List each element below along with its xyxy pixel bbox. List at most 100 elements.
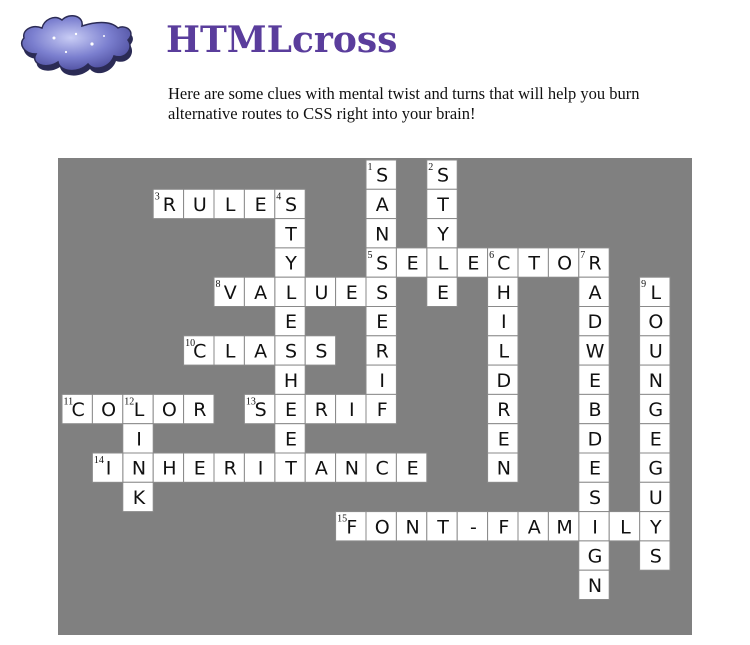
crossword-cell[interactable]: N — [639, 364, 671, 395]
crossword-cell[interactable]: E — [639, 423, 671, 454]
crossword-cell[interactable]: U — [304, 276, 337, 307]
crossword-cell[interactable]: T — [426, 511, 458, 542]
crossword-cell[interactable]: L — [213, 335, 245, 366]
crossword-cell[interactable]: D — [578, 423, 610, 454]
crossword-cell[interactable]: H — [274, 364, 306, 395]
crossword-cell[interactable]: S — [274, 335, 306, 366]
crossword-cell[interactable]: E — [578, 364, 610, 395]
crossword-cell[interactable]: U — [639, 481, 671, 513]
crossword-cell[interactable]: D — [578, 306, 610, 337]
crossword-cell[interactable]: O — [91, 393, 124, 425]
crossword-cell[interactable]: C10 — [183, 335, 215, 366]
crossword-cell[interactable]: E — [426, 276, 458, 307]
crossword-cell[interactable]: S — [365, 276, 397, 307]
crossword-cell[interactable]: F15 — [335, 511, 367, 542]
crossword-cell[interactable]: F — [365, 393, 397, 425]
crossword-cell[interactable]: O — [639, 306, 671, 337]
crossword-cell[interactable]: W — [578, 335, 610, 366]
crossword-cell[interactable]: E — [274, 393, 306, 425]
crossword-cell[interactable]: E — [335, 276, 367, 307]
crossword-cell[interactable]: S2 — [426, 159, 458, 190]
crossword-cell[interactable]: N — [395, 511, 428, 542]
crossword-cell[interactable]: U — [183, 188, 215, 220]
crossword-cell[interactable]: S — [304, 335, 337, 366]
crossword-cell[interactable]: U — [639, 335, 671, 366]
crossword-cell[interactable]: H — [487, 276, 519, 307]
crossword-cell[interactable]: E — [365, 306, 397, 337]
crossword-cell[interactable]: N — [365, 218, 397, 249]
crossword-cell[interactable]: G — [639, 393, 671, 425]
crossword-cell[interactable]: T — [274, 218, 306, 249]
crossword-cell[interactable]: C — [365, 452, 397, 483]
crossword-cell[interactable]: O — [547, 247, 580, 278]
crossword-cell[interactable]: I — [578, 511, 610, 542]
crossword-cell[interactable]: G — [639, 452, 671, 483]
crossword-cell[interactable]: L — [213, 188, 245, 220]
crossword-cell[interactable]: A — [243, 335, 276, 366]
crossword-cell[interactable]: I14 — [91, 452, 124, 483]
crossword-cell[interactable]: R — [304, 393, 337, 425]
crossword-cell[interactable]: A — [517, 511, 549, 542]
crossword-cell[interactable]: N — [578, 569, 610, 601]
crossword-cell[interactable]: L — [426, 247, 458, 278]
crossword-cell[interactable]: O — [152, 393, 185, 425]
crossword-cell[interactable]: B — [578, 393, 610, 425]
crossword-cell[interactable]: R — [365, 335, 397, 366]
crossword-cell[interactable]: R — [487, 393, 519, 425]
crossword-cell[interactable]: Y — [426, 218, 458, 249]
crossword-cell[interactable]: Y — [274, 247, 306, 278]
crossword-cell[interactable]: A — [304, 452, 337, 483]
crossword-cell[interactable]: A — [243, 276, 276, 307]
crossword-cell[interactable]: L12 — [122, 393, 154, 425]
crossword-cell[interactable]: N — [335, 452, 367, 483]
crossword-cell[interactable]: D — [487, 364, 519, 395]
crossword-cell[interactable]: S — [639, 540, 671, 571]
crossword-cell[interactable]: E — [395, 452, 428, 483]
crossword-cell[interactable]: T — [517, 247, 549, 278]
crossword-cell[interactable]: M — [547, 511, 580, 542]
crossword-cell[interactable]: O — [365, 511, 397, 542]
crossword-cell[interactable]: L — [608, 511, 641, 542]
crossword-cell[interactable]: - — [456, 511, 489, 542]
crossword-cell[interactable]: R — [213, 452, 245, 483]
crossword-cell[interactable]: S5 — [365, 247, 397, 278]
crossword-cell[interactable]: E — [395, 247, 428, 278]
crossword-cell[interactable]: R — [183, 393, 215, 425]
crossword-cell[interactable]: E — [578, 452, 610, 483]
crossword-cell[interactable]: E — [487, 423, 519, 454]
crossword-cell[interactable]: R3 — [152, 188, 185, 220]
crossword-cell[interactable]: E — [274, 306, 306, 337]
crossword-cell[interactable]: I — [365, 364, 397, 395]
crossword-cell[interactable]: S4 — [274, 188, 306, 220]
crossword-cell[interactable]: I — [243, 452, 276, 483]
crossword-cell[interactable]: S1 — [365, 159, 397, 190]
crossword-cell[interactable]: S — [578, 481, 610, 513]
crossword-cell[interactable]: C11 — [61, 393, 93, 425]
crossword-cell[interactable]: E — [243, 188, 276, 220]
crossword-cell[interactable]: E — [456, 247, 489, 278]
crossword-cell[interactable]: I — [122, 423, 154, 454]
crossword-cell[interactable]: G — [578, 540, 610, 571]
crossword-cell[interactable]: A — [578, 276, 610, 307]
crossword-cell[interactable]: E — [274, 423, 306, 454]
crossword-cell[interactable]: S13 — [243, 393, 276, 425]
crossword-cell[interactable]: L — [487, 335, 519, 366]
crossword-cell[interactable]: I — [335, 393, 367, 425]
crossword-cell[interactable]: T — [426, 188, 458, 220]
crossword-cell[interactable]: A — [365, 188, 397, 220]
crossword-cell[interactable]: V8 — [213, 276, 245, 307]
crossword-cell[interactable]: C6 — [487, 247, 519, 278]
crossword-cell[interactable]: F — [487, 511, 519, 542]
crossword-cell[interactable]: E — [183, 452, 215, 483]
crossword-cell[interactable]: Y — [639, 511, 671, 542]
crossword-cell[interactable]: K — [122, 481, 154, 513]
crossword-cell[interactable]: H — [152, 452, 185, 483]
crossword-cell[interactable]: I — [487, 306, 519, 337]
crossword-cell[interactable]: N — [487, 452, 519, 483]
crossword-cell[interactable]: N — [122, 452, 154, 483]
crossword-cell[interactable]: L9 — [639, 276, 671, 307]
crossword-cell[interactable]: L — [274, 276, 306, 307]
crossword-cell[interactable]: T — [274, 452, 306, 483]
cell-letter: I — [136, 428, 142, 450]
crossword-cell[interactable]: R7 — [578, 247, 610, 278]
